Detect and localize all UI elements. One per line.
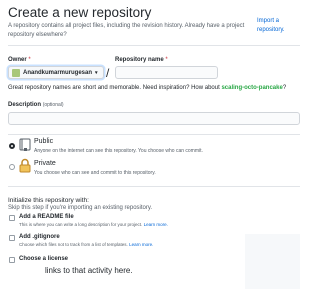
license-checkbox[interactable] — [9, 257, 15, 263]
description-divider — [8, 134, 300, 135]
chevron-down-icon: ▾ — [95, 69, 98, 76]
gitignore-learn-more-link[interactable]: Learn more. — [129, 242, 153, 247]
private-title: Private — [34, 160, 56, 167]
readme-learn-more-link[interactable]: Learn more. — [144, 222, 168, 227]
gitignore-checkbox[interactable] — [9, 235, 15, 241]
owner-dropdown[interactable]: Anandkumarmurugesan ▾ — [8, 66, 104, 79]
overlay-text: links to that activity here. — [45, 266, 133, 275]
repository-name-label: Repository name * — [115, 57, 168, 63]
header-divider — [8, 45, 300, 46]
private-radio[interactable] — [9, 164, 15, 170]
visibility-divider — [8, 186, 300, 187]
description-input[interactable] — [8, 112, 300, 125]
description-label: Description (optional) — [8, 102, 64, 108]
page-title: Create a new repository — [8, 5, 152, 20]
public-description: Anyone on the internet can see this repo… — [34, 148, 203, 154]
repository-name-input[interactable] — [115, 66, 218, 79]
import-repository-link[interactable]: Import a repository. — [257, 17, 297, 35]
initialize-title: Initialize this repository with: — [8, 197, 89, 204]
readme-checkbox[interactable] — [9, 215, 15, 221]
readme-label: Add a README file — [19, 214, 74, 220]
public-title: Public — [34, 138, 54, 145]
private-description: You choose who can see and commit to thi… — [34, 170, 156, 176]
owner-repo-separator: / — [106, 66, 110, 80]
page-subtitle: A repository contains all project files,… — [8, 23, 245, 38]
gitignore-description: Choose which files not to track from a l… — [19, 242, 154, 247]
name-suggestion-link[interactable]: scaling-octo-pancake — [221, 85, 282, 91]
owner-label: Owner * — [8, 57, 31, 63]
lock-icon — [19, 158, 31, 178]
gitignore-label: Add .gitignore — [19, 234, 60, 240]
readme-description: This is where you can write a long descr… — [19, 222, 168, 227]
initialize-subtitle: Skip this step if you're importing an ex… — [8, 205, 153, 211]
owner-value: Anandkumarmurugesan — [23, 69, 93, 76]
avatar — [12, 68, 20, 77]
background-panel — [245, 234, 300, 289]
public-radio[interactable] — [9, 143, 15, 149]
repository-name-hint: Great repository names are short and mem… — [8, 85, 287, 91]
license-label: Choose a license — [19, 256, 69, 262]
repo-book-icon — [19, 138, 31, 157]
